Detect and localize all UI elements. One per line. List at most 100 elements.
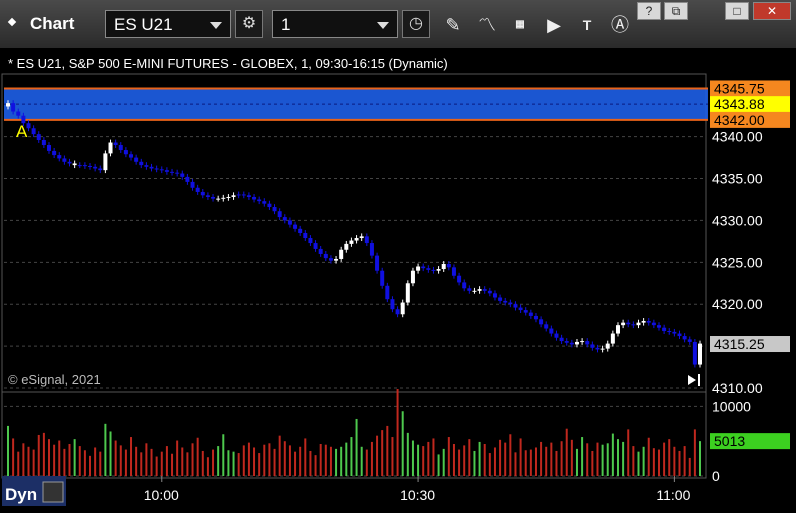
candle-body bbox=[293, 224, 298, 229]
pencil-icon[interactable]: ✎ bbox=[440, 12, 466, 38]
candle-body bbox=[400, 302, 405, 315]
chart-header: * ES U21, S&P 500 E-MINI FUTURES - GLOBE… bbox=[8, 56, 448, 71]
help-button[interactable]: ? bbox=[637, 2, 661, 20]
candle-body bbox=[344, 243, 349, 250]
candle-body bbox=[528, 312, 533, 316]
settings-icon[interactable]: ⚙ bbox=[235, 10, 263, 38]
candle-body bbox=[98, 168, 103, 171]
lock-icon[interactable] bbox=[42, 481, 64, 503]
candle-body bbox=[395, 309, 400, 315]
candle-body bbox=[390, 299, 395, 310]
candle-body bbox=[323, 253, 328, 259]
price-tag-label: 4342.00 bbox=[714, 112, 765, 128]
candle-body bbox=[16, 111, 21, 116]
candle-body bbox=[118, 145, 123, 151]
candle-body bbox=[359, 236, 364, 239]
price-tag-label: 4345.75 bbox=[714, 80, 765, 96]
candle-body bbox=[88, 165, 93, 167]
candle-body bbox=[446, 264, 451, 268]
candle-body bbox=[590, 344, 595, 348]
clock-icon[interactable]: ◷ bbox=[402, 10, 430, 38]
chart-area[interactable]: 4340.00 4335.00 4330.00 4325.00 4320.00 4315.… bbox=[0, 48, 796, 508]
watermark: © eSignal, 2021 bbox=[8, 372, 101, 387]
candle-body bbox=[554, 333, 559, 338]
alert-icon[interactable]: Ⓐ bbox=[607, 12, 633, 38]
time-tick-label: 11:00 bbox=[656, 487, 690, 503]
symbol-select[interactable]: ES U21 bbox=[105, 10, 231, 38]
candle-body bbox=[282, 217, 287, 221]
interval-select[interactable]: 1 bbox=[272, 10, 398, 38]
candle-body bbox=[656, 325, 661, 328]
band-overlay bbox=[4, 87, 708, 121]
candle-body bbox=[123, 150, 128, 155]
candle-body bbox=[641, 320, 646, 323]
candle-body bbox=[303, 233, 308, 239]
candle-body bbox=[231, 195, 236, 197]
candle-body bbox=[339, 249, 344, 259]
candle-body bbox=[108, 142, 113, 154]
price-tick-label: 4320.00 bbox=[712, 296, 763, 312]
price-tick-label: 4335.00 bbox=[712, 171, 763, 187]
restore-button[interactable]: ⧉ bbox=[664, 2, 688, 20]
candle-body bbox=[539, 319, 544, 325]
candle-body bbox=[57, 155, 62, 159]
price-tag-label: 4315.25 bbox=[714, 336, 765, 352]
candle-body bbox=[518, 307, 523, 311]
candle-body bbox=[436, 269, 441, 271]
candle-body bbox=[662, 327, 667, 332]
candle-body bbox=[134, 157, 139, 162]
candle-body bbox=[164, 170, 169, 172]
candle-body bbox=[692, 341, 697, 365]
app-title: Chart bbox=[30, 14, 75, 33]
candle-body bbox=[559, 337, 564, 342]
help-button-label: ? bbox=[645, 4, 653, 18]
candle-body bbox=[472, 290, 477, 292]
get-icon[interactable]: ▦ bbox=[507, 12, 533, 38]
price-tick-label: 4325.00 bbox=[712, 254, 763, 270]
candle-body bbox=[615, 325, 620, 334]
candle-body bbox=[677, 333, 682, 337]
candle-body bbox=[200, 191, 205, 196]
candle-body bbox=[313, 243, 318, 249]
candle-body bbox=[190, 181, 195, 188]
band-fill bbox=[4, 88, 708, 120]
chart-logo-icon bbox=[7, 17, 17, 27]
close-button-label: ✕ bbox=[766, 4, 778, 18]
price-tick-label: 4310.00 bbox=[712, 380, 763, 396]
volume-tag-label: 5013 bbox=[714, 433, 745, 449]
text-icon[interactable]: T bbox=[574, 12, 600, 38]
candle-body bbox=[441, 264, 446, 270]
candle-body bbox=[129, 154, 134, 158]
candle-body bbox=[180, 173, 185, 177]
marker-label: A bbox=[16, 122, 28, 141]
candle-body bbox=[287, 220, 292, 225]
candle-body bbox=[451, 267, 456, 276]
candle-body bbox=[195, 187, 200, 192]
candle-body bbox=[585, 341, 590, 345]
candle-body bbox=[549, 328, 554, 334]
play-icon[interactable]: ▶ bbox=[541, 12, 567, 38]
price-tick-label: 4340.00 bbox=[712, 129, 763, 145]
candle-body bbox=[252, 196, 257, 200]
bottom-mode-label[interactable]: Dyn bbox=[5, 485, 37, 504]
candle-body bbox=[574, 341, 579, 345]
candle-body bbox=[334, 258, 339, 261]
candle-body bbox=[6, 103, 10, 107]
candle-body bbox=[667, 331, 672, 333]
symbol-value: ES U21 bbox=[114, 15, 173, 34]
candle-body bbox=[31, 128, 36, 135]
candle-body bbox=[467, 288, 472, 291]
candle-body bbox=[636, 322, 641, 326]
candle-body bbox=[595, 347, 600, 350]
study-icon[interactable]: 〽 bbox=[474, 12, 500, 38]
close-button[interactable]: ✕ bbox=[753, 2, 791, 20]
candle-body bbox=[431, 269, 436, 271]
candle-body bbox=[564, 341, 569, 343]
chevron-down-icon bbox=[210, 22, 222, 29]
chart-svg[interactable]: 4340.00 4335.00 4330.00 4325.00 4320.00 4315.… bbox=[0, 48, 796, 508]
candle-body bbox=[605, 343, 610, 349]
candle-body bbox=[421, 266, 426, 269]
candle-body bbox=[580, 341, 585, 343]
restore-button-label: ⧉ bbox=[671, 4, 681, 18]
maximize-button[interactable]: □ bbox=[725, 2, 749, 20]
